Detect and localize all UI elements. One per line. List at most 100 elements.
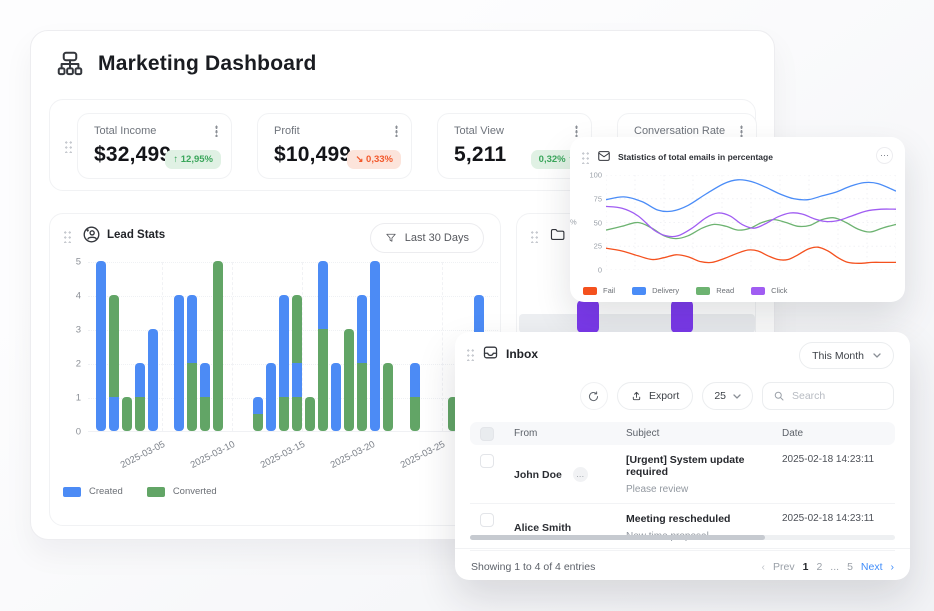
- lead-stats-card: Lead Stats Last 30 Days 5432102025-03-05…: [49, 213, 501, 526]
- x-axis-label: 2025-03-15: [240, 439, 307, 481]
- email-subject: Meeting rescheduled: [626, 513, 782, 525]
- gridline: [232, 262, 233, 431]
- email-line-chart: 1007550250%: [606, 175, 896, 270]
- drag-handle-icon[interactable]: [581, 150, 590, 164]
- legend-item: Created: [63, 486, 123, 497]
- y-axis-tick: 4: [61, 291, 81, 302]
- x-axis-label: 2025-03-10: [170, 439, 237, 481]
- stat-value: 5,211: [454, 143, 506, 167]
- stat-card-total-view: Total View 5,211 0,32% ↑: [437, 113, 592, 179]
- search-box: [762, 382, 894, 410]
- legend-label: Delivery: [652, 286, 679, 295]
- y-axis-tick: 2: [61, 359, 81, 370]
- kebab-menu-icon[interactable]: [395, 125, 398, 137]
- last-30-days-filter-button[interactable]: Last 30 Days: [370, 223, 484, 253]
- inbox-card: Inbox This Month Ex: [455, 332, 910, 580]
- legend-swatch: [583, 287, 597, 295]
- next-chevron[interactable]: ›: [891, 561, 895, 573]
- table-header-row: From Subject Date: [470, 422, 895, 445]
- legend-item: Delivery: [632, 286, 679, 295]
- y-axis-tick: 0: [61, 427, 81, 438]
- funnel-icon: [385, 232, 397, 244]
- lead-bar: [344, 329, 354, 431]
- prev-button[interactable]: Prev: [773, 561, 795, 573]
- upload-icon: [631, 390, 642, 402]
- drag-handle-icon[interactable]: [64, 139, 73, 153]
- kebab-menu-icon[interactable]: [740, 125, 743, 137]
- stat-value: $32,499: [94, 143, 171, 167]
- horizontal-scrollbar: [470, 535, 895, 540]
- column-header-from: From: [514, 428, 626, 439]
- stat-title: Conversation Rate: [634, 125, 725, 137]
- lead-bar: [292, 295, 302, 431]
- kebab-menu-icon[interactable]: [215, 125, 218, 137]
- period-dropdown[interactable]: This Month: [799, 342, 894, 369]
- lead-bar: [318, 261, 328, 431]
- page-ellipsis: ...: [830, 561, 839, 573]
- lead-bar: [383, 363, 393, 431]
- ellipsis-menu-button[interactable]: ⋯: [876, 147, 893, 164]
- stat-card-profit: Profit $10,499 ↘ 0,33%: [257, 113, 412, 179]
- legend-swatch: [147, 487, 165, 497]
- inbox-tray-icon: [482, 344, 499, 361]
- drag-handle-icon[interactable]: [63, 229, 72, 243]
- more-actions-badge[interactable]: ...: [573, 467, 588, 482]
- lead-bar: [279, 295, 289, 431]
- next-button[interactable]: Next: [861, 561, 883, 573]
- chevron-down-icon: [873, 353, 881, 358]
- lead-bar: [96, 261, 106, 431]
- lead-bar: [135, 363, 145, 431]
- drag-handle-icon[interactable]: [466, 347, 475, 361]
- legend-item: Converted: [147, 486, 217, 497]
- legend-label: Created: [89, 486, 123, 497]
- lead-stats-title: Lead Stats: [107, 229, 165, 241]
- lead-user-dollar-icon: [82, 225, 101, 244]
- email-chart-legend: FailDeliveryReadClick: [583, 286, 787, 295]
- refresh-button[interactable]: [580, 382, 608, 410]
- page-button-2[interactable]: 2: [816, 561, 822, 573]
- page-button-1[interactable]: 1: [803, 561, 809, 573]
- x-axis-label: 2025-03-05: [100, 439, 167, 481]
- y-axis-tick: 5: [61, 257, 81, 268]
- lead-bar: [187, 295, 197, 431]
- inbox-toolbar: Export 25: [580, 382, 894, 410]
- lead-bar: [148, 329, 158, 431]
- column-header-date: Date: [782, 428, 895, 439]
- lead-bar: [122, 397, 132, 431]
- period-label: This Month: [812, 350, 864, 362]
- trend-badge: ↑ 12,95%: [165, 150, 221, 169]
- page-button-5[interactable]: 5: [847, 561, 853, 573]
- gridline: [88, 262, 498, 263]
- kebab-menu-icon[interactable]: [575, 125, 578, 137]
- lead-bar: [174, 295, 184, 431]
- legend-item: Fail: [583, 286, 615, 295]
- gridline: [162, 262, 163, 431]
- page-size-dropdown[interactable]: 25: [702, 382, 753, 410]
- y-axis-tick: 25: [580, 242, 602, 251]
- lead-bar: [357, 295, 367, 431]
- lead-bar: [410, 363, 420, 431]
- lead-bar: [213, 261, 223, 431]
- row-checkbox[interactable]: [480, 454, 494, 468]
- table-row[interactable]: John Doe ... [Urgent] System update requ…: [470, 445, 895, 504]
- line-series-click: [606, 206, 896, 236]
- select-all-checkbox[interactable]: [480, 427, 494, 441]
- row-checkbox[interactable]: [480, 513, 494, 527]
- prev-chevron[interactable]: ‹: [762, 561, 766, 573]
- gridline: [442, 262, 443, 431]
- folder-chart-bar: [577, 300, 599, 333]
- pagination: ‹ Prev 1 2 ... 5 Next ›: [762, 561, 894, 573]
- x-axis-label: 2025-03-20: [310, 439, 377, 481]
- export-label: Export: [649, 390, 679, 402]
- stat-title: Profit: [274, 125, 300, 137]
- stat-value: $10,499: [274, 143, 351, 167]
- trend-badge: ↘ 0,33%: [347, 150, 401, 169]
- lead-bar: [200, 363, 210, 431]
- table-row[interactable]: Alice Smith Meeting rescheduled New time…: [470, 504, 895, 551]
- search-input[interactable]: [792, 390, 882, 402]
- scrollbar-thumb[interactable]: [470, 535, 765, 540]
- email-date: 2025-02-18 14:23:11: [782, 454, 895, 495]
- export-button[interactable]: Export: [617, 382, 693, 410]
- legend-item: Click: [751, 286, 787, 295]
- stat-card-total-income: Total Income $32,499 ↑ 12,95%: [77, 113, 232, 179]
